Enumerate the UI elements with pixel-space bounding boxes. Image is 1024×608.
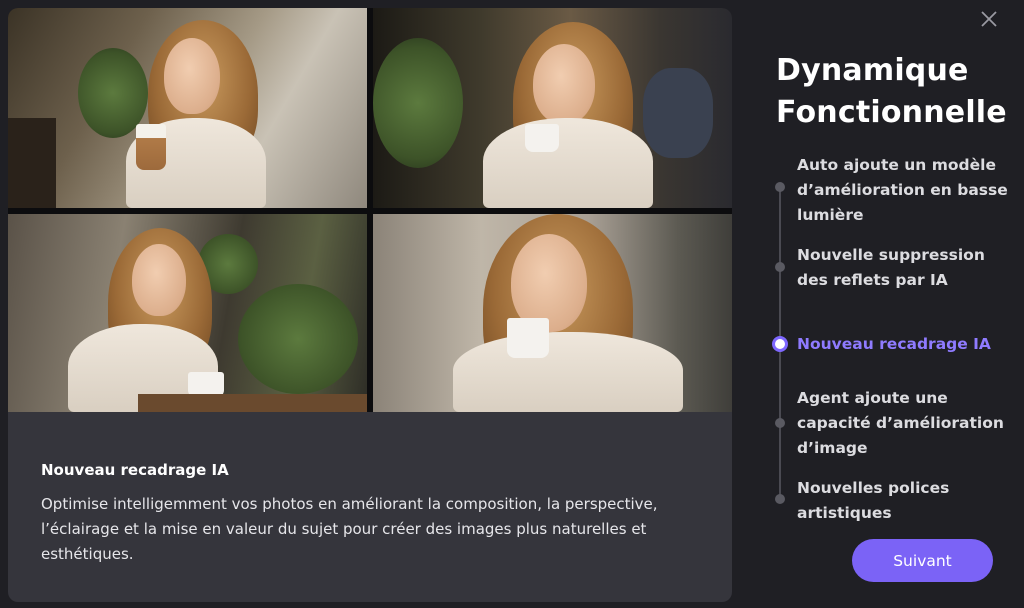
photo-bottom-right xyxy=(373,214,732,412)
timeline-dot xyxy=(775,262,785,272)
timeline-dot xyxy=(775,418,785,428)
photo-grid xyxy=(8,8,732,412)
timeline-dot-active xyxy=(772,336,788,352)
sidebar-title-line2: Fonctionnelle xyxy=(776,95,1007,130)
close-icon xyxy=(981,11,997,27)
photo-top-left xyxy=(8,8,367,208)
sidebar-title-line1: Dynamique xyxy=(776,53,969,88)
feature-item-artistic-fonts[interactable]: Nouvelles polices artistiques xyxy=(797,476,1019,526)
feature-item-reflection-removal[interactable]: Nouvelle suppression des reflets par IA xyxy=(797,243,1019,293)
timeline-dot xyxy=(775,494,785,504)
close-button[interactable] xyxy=(978,8,1000,30)
feature-item-ai-crop[interactable]: Nouveau recadrage IA xyxy=(797,332,1019,357)
timeline-dot xyxy=(775,182,785,192)
feature-caption: Nouveau recadrage IA Optimise intelligem… xyxy=(41,460,701,567)
feature-item-low-light[interactable]: Auto ajoute un modèle d’amélioration en … xyxy=(797,153,1019,228)
photo-bottom-left xyxy=(8,214,367,412)
feature-item-image-enhancement[interactable]: Agent ajoute une capacité d’amélioration… xyxy=(797,386,1019,461)
next-button[interactable]: Suivant xyxy=(852,539,993,582)
caption-body: Optimise intelligemment vos photos en am… xyxy=(41,495,658,563)
caption-title: Nouveau recadrage IA xyxy=(41,461,229,479)
photo-top-right xyxy=(373,8,732,208)
preview-panel: Nouveau recadrage IA Optimise intelligem… xyxy=(8,8,732,602)
sidebar-title: Dynamique Fonctionnelle xyxy=(776,50,1016,134)
feature-dialog: Nouveau recadrage IA Optimise intelligem… xyxy=(0,0,1024,608)
